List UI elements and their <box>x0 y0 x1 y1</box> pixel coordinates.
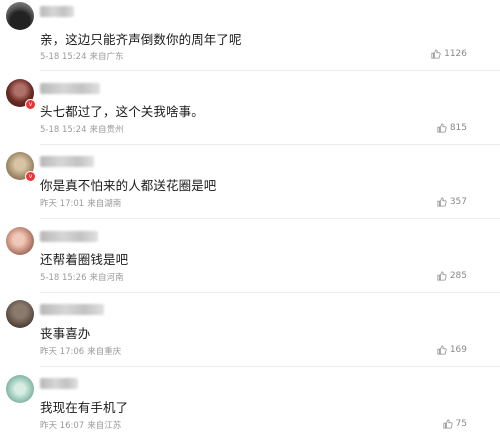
like-button[interactable]: 75 <box>443 419 467 429</box>
comment-text: 我现在有手机了 <box>40 400 129 415</box>
comment-time: 5-18 15:24 <box>40 52 87 62</box>
like-count: 357 <box>449 197 467 207</box>
comment-time: 昨天 17:01 <box>40 199 85 209</box>
username-redacted[interactable] <box>40 6 74 17</box>
comment-meta: 昨天 17:06 来自重庆 <box>40 345 121 357</box>
like-button[interactable]: 815 <box>437 123 467 133</box>
verified-badge-icon: v <box>25 99 36 110</box>
username-redacted[interactable] <box>40 83 100 94</box>
like-button[interactable]: 1126 <box>431 49 467 59</box>
avatar[interactable] <box>6 2 34 30</box>
comment-location: 来自湖南 <box>87 199 122 209</box>
like-button[interactable]: 357 <box>437 197 467 207</box>
username-redacted[interactable] <box>40 304 104 315</box>
thumbs-up-icon <box>437 197 447 207</box>
comment-meta: 昨天 17:01 来自湖南 <box>40 197 121 209</box>
like-button[interactable]: 169 <box>437 345 467 355</box>
verified-badge-icon: v <box>25 171 36 182</box>
like-button[interactable]: 285 <box>437 271 467 281</box>
like-count: 169 <box>449 345 467 355</box>
comment-time: 5-18 15:24 <box>40 125 87 135</box>
username-redacted[interactable] <box>40 156 94 167</box>
comment-text: 亲，这边只能齐声倒数你的周年了呢 <box>40 32 242 47</box>
avatar[interactable] <box>6 227 34 255</box>
like-count: 1126 <box>444 49 467 59</box>
comment-time: 昨天 17:06 <box>40 347 85 357</box>
comment-text: 头七都过了，这个关我啥事。 <box>40 104 204 119</box>
thumbs-up-icon <box>443 419 453 429</box>
username-redacted[interactable] <box>40 378 78 389</box>
comment-meta: 昨天 16:07 来自江苏 <box>40 419 121 431</box>
comment-meta: 5-18 15:24 来自广东 <box>40 50 124 62</box>
comment-time: 昨天 16:07 <box>40 421 85 431</box>
comment-location: 来自广东 <box>89 52 124 62</box>
like-count: 285 <box>449 271 467 281</box>
avatar[interactable] <box>6 300 34 328</box>
thumbs-up-icon <box>437 345 447 355</box>
thumbs-up-icon <box>437 271 447 281</box>
comment-text: 还帮着圈钱是吧 <box>40 252 129 267</box>
divider <box>40 218 500 219</box>
comment-text: 你是真不怕来的人都送花圈是吧 <box>40 178 217 193</box>
comment-location: 来自重庆 <box>87 347 122 357</box>
username-redacted[interactable] <box>40 231 98 242</box>
comment-meta: 5-18 15:24 来自贵州 <box>40 123 124 135</box>
comment-text: 丧事喜办 <box>40 326 91 341</box>
avatar[interactable] <box>6 375 34 403</box>
divider <box>40 292 500 293</box>
divider <box>40 366 500 367</box>
thumbs-up-icon <box>437 123 447 133</box>
divider <box>40 70 500 71</box>
comment-location: 来自江苏 <box>87 421 122 431</box>
divider <box>40 144 500 145</box>
comment-meta: 5-18 15:26 来自河南 <box>40 271 124 283</box>
comment-location: 来自贵州 <box>89 125 124 135</box>
thumbs-up-icon <box>431 49 441 59</box>
like-count: 75 <box>455 419 467 429</box>
comment-time: 5-18 15:26 <box>40 273 87 283</box>
like-count: 815 <box>449 123 467 133</box>
comment-list: 亲，这边只能齐声倒数你的周年了呢 5-18 15:24 来自广东 1126 v 头… <box>0 0 500 440</box>
comment-location: 来自河南 <box>89 273 124 283</box>
